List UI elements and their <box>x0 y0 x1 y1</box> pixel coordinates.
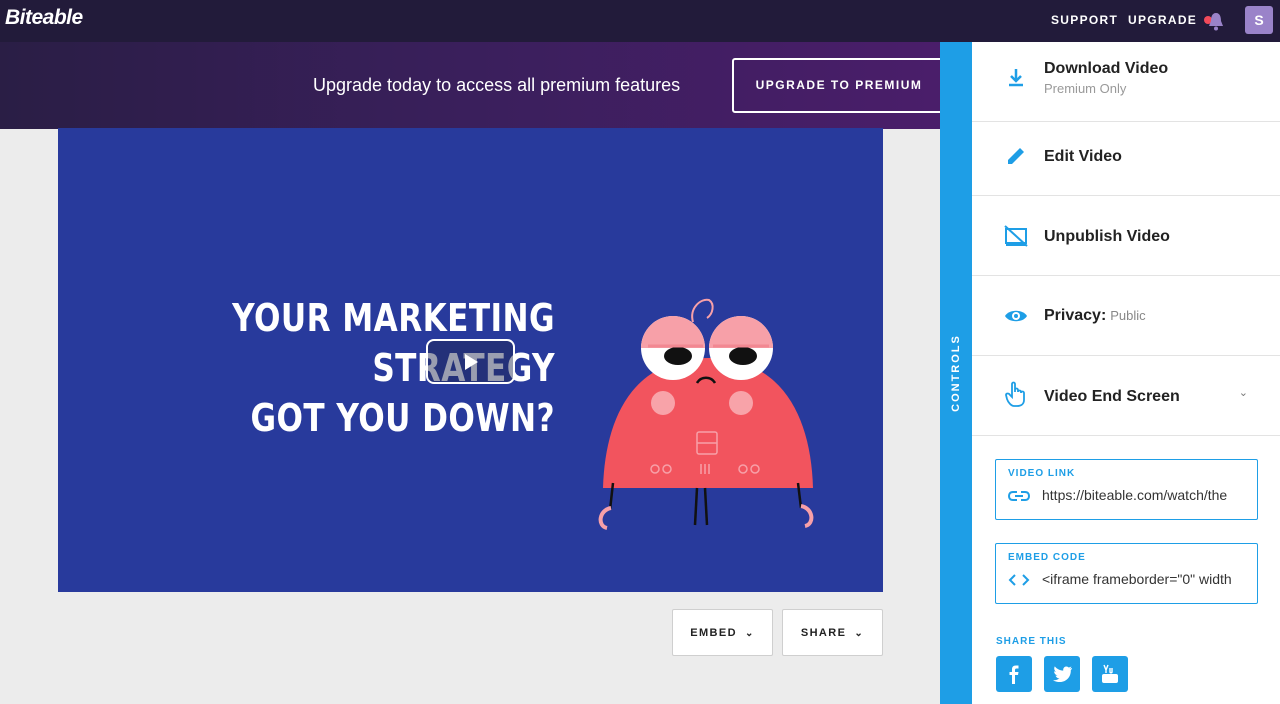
pencil-icon <box>1008 148 1024 164</box>
controls-panel: Download Video Premium Only Edit Video U… <box>972 42 1280 704</box>
embed-dropdown-button[interactable]: EMBED ⌄ <box>672 609 773 656</box>
unpublish-video-item[interactable]: Unpublish Video <box>972 196 1280 276</box>
embed-code-value[interactable]: <iframe frameborder="0" width <box>1042 571 1247 587</box>
video-end-screen-item[interactable]: Video End Screen ⌄ <box>972 356 1280 436</box>
edit-video-item[interactable]: Edit Video <box>972 116 1280 196</box>
facebook-share-button[interactable] <box>996 656 1032 692</box>
notification-bell-icon[interactable] <box>1203 10 1227 32</box>
upgrade-to-premium-button[interactable]: UPGRADE TO PREMIUM <box>732 58 946 113</box>
top-navigation-bar: Biteable SUPPORT UPGRADE S <box>0 0 1280 42</box>
download-icon <box>1009 69 1023 87</box>
video-end-screen-title: Video End Screen <box>1044 388 1180 405</box>
upgrade-banner: Upgrade today to access all premium feat… <box>0 42 946 129</box>
embed-code-label: EMBED CODE <box>1008 552 1086 563</box>
youtube-icon <box>1102 664 1118 683</box>
privacy-label: Privacy: <box>1044 307 1107 324</box>
edit-video-title: Edit Video <box>1044 148 1122 165</box>
facebook-icon <box>1009 665 1019 684</box>
download-video-title: Download Video <box>1044 60 1169 77</box>
share-dropdown-button[interactable]: SHARE ⌄ <box>782 609 883 656</box>
download-video-item[interactable]: Download Video Premium Only <box>972 42 1280 122</box>
nav-upgrade-link[interactable]: UPGRADE <box>1128 13 1197 27</box>
pointer-hand-icon <box>1005 381 1025 407</box>
user-avatar[interactable]: S <box>1245 6 1273 34</box>
share-this-label: SHARE THIS <box>996 636 1067 647</box>
sad-monster-illustration <box>598 298 814 530</box>
video-preview[interactable]: YOUR MARKETING STRATEGY GOT YOU DOWN? <box>58 128 883 592</box>
twitter-share-button[interactable] <box>1044 656 1080 692</box>
video-link-value[interactable]: https://biteable.com/watch/the <box>1042 487 1247 503</box>
controls-panel-toggle[interactable]: CONTROLS <box>940 42 972 704</box>
video-link-field[interactable]: VIDEO LINK https://biteable.com/watch/th… <box>995 459 1258 520</box>
youtube-share-button[interactable] <box>1092 656 1128 692</box>
share-label: SHARE <box>800 626 847 639</box>
headline-line-2: GOT YOU DOWN? <box>250 396 555 440</box>
embed-label: EMBED <box>690 626 737 639</box>
privacy-item[interactable]: Privacy: Public <box>972 276 1280 356</box>
video-link-label: VIDEO LINK <box>1008 468 1076 479</box>
nav-support-link[interactable]: SUPPORT <box>1051 13 1118 27</box>
biteable-logo[interactable]: Biteable <box>5 6 83 30</box>
twitter-icon <box>1053 666 1072 683</box>
embed-code-field[interactable]: EMBED CODE <iframe frameborder="0" width <box>995 543 1258 604</box>
chevron-down-icon: ⌄ <box>854 627 865 639</box>
download-video-subtitle: Premium Only <box>1044 81 1127 96</box>
chevron-down-icon[interactable]: ⌄ <box>1239 386 1248 399</box>
eye-icon <box>1005 310 1027 322</box>
code-icon <box>1008 574 1030 586</box>
privacy-title: Privacy: Public <box>1044 307 1146 325</box>
play-button[interactable] <box>426 339 515 384</box>
play-icon <box>465 354 478 370</box>
link-icon <box>1008 491 1030 501</box>
unpublish-video-title: Unpublish Video <box>1044 228 1170 245</box>
unpublish-icon <box>1004 225 1028 247</box>
chevron-down-icon: ⌄ <box>744 627 755 639</box>
controls-tab-label: CONTROLS <box>950 334 962 412</box>
privacy-value: Public <box>1110 308 1146 323</box>
banner-message: Upgrade today to access all premium feat… <box>313 75 681 95</box>
